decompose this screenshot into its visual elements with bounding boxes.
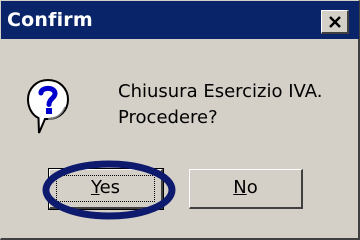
no-button-label: No [233, 170, 257, 206]
title-bar[interactable]: Confirm [1, 1, 359, 39]
yes-button[interactable]: Yes [48, 168, 164, 210]
yes-label-rest: es [99, 177, 121, 198]
close-icon [329, 16, 341, 28]
dialog-message: Chiusura Esercizio IVA. Procedere? [118, 79, 322, 131]
yes-accelerator: Y [90, 177, 100, 198]
no-accelerator: N [233, 177, 247, 198]
confirm-dialog: Confirm Chiusura Esercizio IVA. Proceder… [0, 0, 360, 240]
no-label-rest: o [246, 177, 258, 198]
yes-button-label: Yes [91, 170, 120, 206]
no-button[interactable]: No [189, 169, 303, 209]
dialog-title: Confirm [7, 9, 93, 31]
message-line-1: Chiusura Esercizio IVA. [118, 81, 323, 102]
close-button[interactable] [321, 10, 349, 34]
message-line-2: Procedere? [118, 107, 218, 128]
question-icon [26, 78, 70, 134]
